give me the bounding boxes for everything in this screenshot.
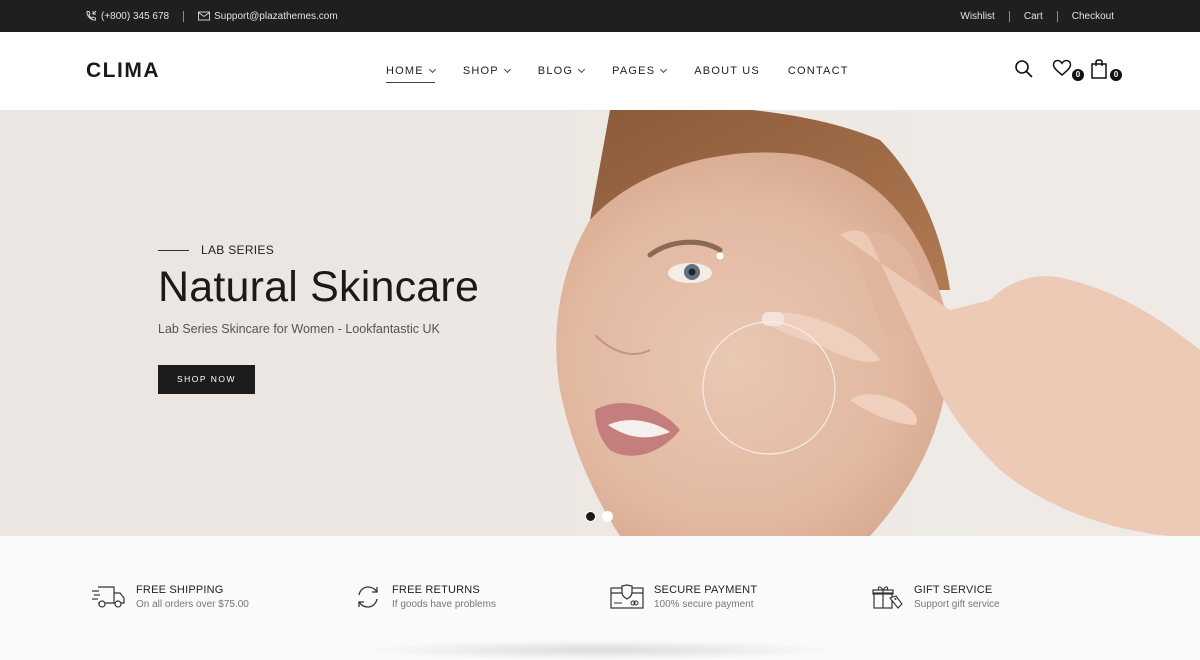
nav-label: SHOP <box>462 65 499 77</box>
phone-contact: (+800) 345 678 <box>85 10 169 22</box>
wishlist-link[interactable]: Wishlist <box>960 11 994 22</box>
cart-link[interactable]: Cart <box>1024 11 1043 22</box>
checkout-link[interactable]: Checkout <box>1072 11 1114 22</box>
nav-label: ABOUT US <box>694 65 760 77</box>
heart-icon <box>1052 59 1072 76</box>
hero-eyebrow: LAB SERIES <box>158 243 479 257</box>
feature-free-shipping: FREE SHIPPING On all orders over $75.00 <box>90 584 249 610</box>
nav-pages[interactable]: PAGES <box>612 65 668 77</box>
feature-secure-payment: SECURE PAYMENT 100% secure payment <box>610 584 757 610</box>
feature-free-returns: FREE RETURNS If goods have problems <box>354 584 496 610</box>
nav-about-us[interactable]: ABOUT US <box>694 65 760 77</box>
secure-card-icon <box>610 584 644 609</box>
feature-subtitle: Support gift service <box>914 599 1000 610</box>
eyebrow-label: LAB SERIES <box>201 243 275 257</box>
nav-label: HOME <box>386 65 424 77</box>
nav-label: PAGES <box>612 65 656 77</box>
nav-label: CONTACT <box>787 65 849 77</box>
search-icon <box>1015 60 1033 78</box>
truck-icon <box>92 586 125 608</box>
hero-model-image <box>556 110 1200 536</box>
nav-home[interactable]: HOME <box>386 65 436 83</box>
nav-blog[interactable]: BLOG <box>537 65 586 77</box>
slide-dot-1[interactable] <box>585 511 596 522</box>
email-address[interactable]: Support@plazathemes.com <box>214 11 338 22</box>
top-bar: (+800) 345 678 Support@plazathemes.com W… <box>0 0 1200 32</box>
nav-contact[interactable]: CONTACT <box>788 65 849 77</box>
feature-subtitle: If goods have problems <box>392 599 496 610</box>
chevron-down-icon <box>503 65 511 74</box>
cart-button[interactable]: 0 <box>1090 59 1122 81</box>
feature-gift-service: GIFT SERVICE Support gift service <box>872 584 1000 610</box>
feature-subtitle: 100% secure payment <box>654 599 754 610</box>
hero-subtitle: Lab Series Skincare for Women - Lookfant… <box>158 322 440 336</box>
nav-shop[interactable]: SHOP <box>462 65 511 77</box>
features-bar: FREE SHIPPING On all orders over $75.00 … <box>0 536 1200 648</box>
refresh-icon <box>358 586 378 608</box>
chevron-down-icon <box>660 65 668 74</box>
chevron-down-icon <box>428 65 436 74</box>
shopping-bag-icon <box>1091 59 1107 79</box>
main-header: CLIMA HOME SHOP BLOG PAGES ABOUT US CONT… <box>0 32 1200 110</box>
wishlist-count-badge: 0 <box>1072 69 1084 81</box>
feature-title: FREE SHIPPING <box>136 584 224 596</box>
section-shadow <box>360 640 840 660</box>
main-nav: HOME SHOP BLOG PAGES ABOUT US CONTACT <box>386 32 877 110</box>
chevron-down-icon <box>578 65 586 74</box>
phone-icon <box>86 10 97 21</box>
gift-icon <box>872 586 903 609</box>
shop-now-button[interactable]: SHOP NOW <box>158 365 255 394</box>
divider <box>1056 10 1058 22</box>
hero-content: LAB SERIES Natural Skincare Lab Series S… <box>158 243 479 394</box>
hero-slider: LAB SERIES Natural Skincare Lab Series S… <box>0 110 1200 536</box>
wishlist-button[interactable]: 0 <box>1052 59 1084 81</box>
feature-title: FREE RETURNS <box>392 584 480 596</box>
hero-title: Natural Skincare <box>158 263 480 311</box>
slider-pagination <box>585 511 613 522</box>
cart-count-badge: 0 <box>1110 69 1122 81</box>
slide-dot-2[interactable] <box>602 511 613 522</box>
mail-icon <box>198 11 211 21</box>
search-button[interactable] <box>1014 59 1038 81</box>
phone-number: (+800) 345 678 <box>101 10 170 22</box>
logo[interactable]: CLIMA <box>86 59 160 83</box>
eyebrow-line <box>158 249 189 251</box>
feature-title: SECURE PAYMENT <box>654 584 758 596</box>
divider <box>183 10 185 22</box>
divider <box>1008 10 1010 22</box>
email-contact[interactable]: Support@plazathemes.com <box>198 11 338 22</box>
nav-label: BLOG <box>537 65 574 77</box>
feature-title: GIFT SERVICE <box>914 584 993 596</box>
feature-subtitle: On all orders over $75.00 <box>136 599 249 610</box>
